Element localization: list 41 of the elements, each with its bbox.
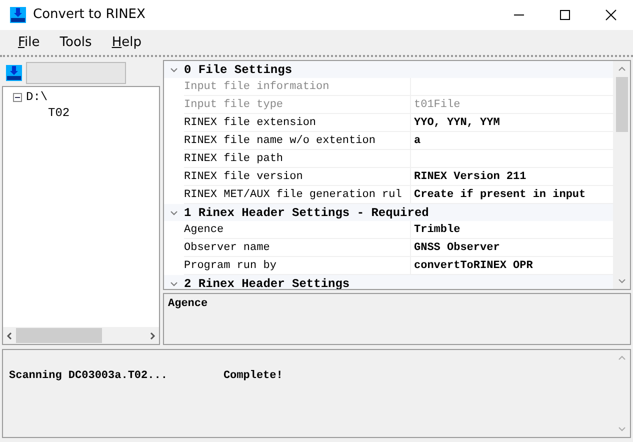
description-panel: Agence xyxy=(163,293,631,346)
property-name: RINEX file name w/o extention xyxy=(184,134,376,147)
property-name: RINEX file version xyxy=(184,170,303,183)
collapse-icon[interactable] xyxy=(13,92,22,102)
chevron-icon[interactable] xyxy=(170,210,178,216)
property-name: Observer name xyxy=(184,242,270,254)
scroll-right-icon[interactable] xyxy=(150,332,156,340)
property-name: RINEX MET/AUX file generation rul xyxy=(184,188,402,201)
property-name: Program run by xyxy=(184,260,276,272)
scroll-up-icon[interactable] xyxy=(618,66,626,72)
maximize-icon[interactable] xyxy=(559,8,571,21)
scroll-left-icon[interactable] xyxy=(6,332,12,340)
chevron-icon[interactable] xyxy=(170,280,178,287)
path-field[interactable] xyxy=(26,62,126,84)
property-value[interactable]: GNSS Observer xyxy=(411,242,500,254)
scrollbar-thumb[interactable] xyxy=(616,77,628,132)
log-message: Scanning DC03003a.T02... xyxy=(9,370,168,382)
chevron-icon[interactable] xyxy=(170,66,178,73)
property-name: RINEX file extension xyxy=(184,116,316,129)
menu-item[interactable]: Help xyxy=(104,32,150,52)
rinex-icon[interactable] xyxy=(6,65,22,82)
property-value[interactable]: Trimble xyxy=(411,224,460,236)
app-icon xyxy=(10,6,26,23)
property-value[interactable]: a xyxy=(411,134,421,147)
property-value[interactable]: convertToRINEX OPR xyxy=(411,260,533,272)
property-value[interactable]: Create if present in input xyxy=(411,188,586,201)
tree-item[interactable]: T02 xyxy=(48,106,70,120)
scroll-down-icon[interactable] xyxy=(618,278,626,284)
property-value[interactable]: YYO, YYN, YYM xyxy=(411,116,500,129)
window-title: Convert to RINEX xyxy=(33,7,146,22)
close-icon[interactable] xyxy=(605,8,617,21)
tree-item[interactable]: D:\ xyxy=(26,90,48,104)
log-status: Complete! xyxy=(223,370,283,382)
scrollbar-thumb[interactable] xyxy=(16,328,102,344)
property-name: Agence xyxy=(184,224,224,236)
property-name: RINEX file path xyxy=(184,152,284,165)
property-value[interactable]: RINEX Version 211 xyxy=(411,170,526,183)
property-name: Input file information xyxy=(184,80,330,93)
menu-item[interactable]: Tools xyxy=(52,32,100,52)
property-name: Input file type xyxy=(184,98,284,111)
menu-item[interactable]: File xyxy=(10,32,48,52)
